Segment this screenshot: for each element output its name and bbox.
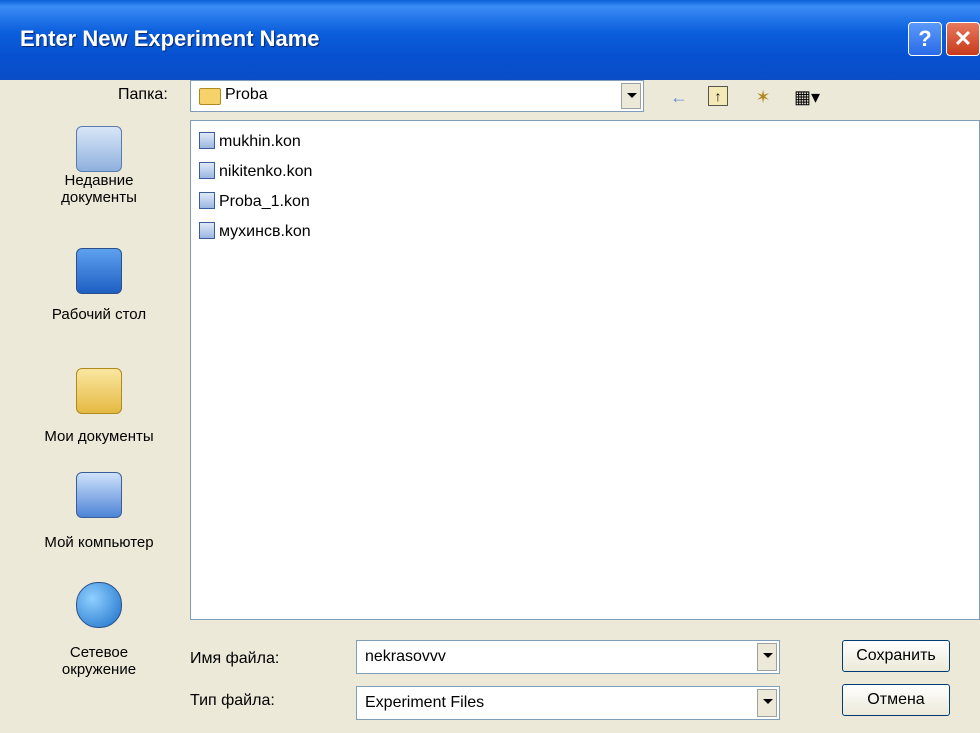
- filename-label: Имя файла:: [190, 650, 280, 667]
- file-item[interactable]: мухинсв.kon: [199, 222, 311, 247]
- filetype-value: Experiment Files: [365, 694, 485, 711]
- file-name: мухинсв.kon: [219, 223, 311, 240]
- file-name: Proba_1.kon: [219, 193, 310, 210]
- places-my-documents[interactable]: Мои документы: [16, 368, 182, 445]
- file-item[interactable]: nikitenko.kon: [199, 162, 313, 187]
- file-icon: [199, 222, 215, 240]
- views-menu-icon[interactable]: ▦▾: [794, 86, 820, 108]
- place-label: Мои документы: [44, 428, 154, 445]
- help-button[interactable]: ?: [908, 22, 942, 56]
- save-button[interactable]: Сохранить: [842, 640, 950, 672]
- place-label: Недавние документы: [61, 172, 137, 206]
- recent-documents-icon: [76, 126, 122, 172]
- file-icon: [199, 132, 215, 150]
- cancel-button[interactable]: Отмена: [842, 684, 950, 716]
- places-bar: Недавние документы Рабочий стол Мои доку…: [16, 116, 182, 696]
- file-item[interactable]: mukhin.kon: [199, 132, 301, 157]
- folder-dropdown-button[interactable]: [621, 83, 641, 109]
- file-list[interactable]: mukhin.kon nikitenko.kon Proba_1.kon мух…: [190, 120, 980, 620]
- file-name: nikitenko.kon: [219, 163, 313, 180]
- title-bar: Enter New Experiment Name ? ✕: [0, 0, 980, 80]
- my-documents-icon: [76, 368, 122, 414]
- filename-dropdown-button[interactable]: [757, 643, 777, 671]
- up-folder-icon[interactable]: ↑: [708, 86, 728, 106]
- places-my-computer[interactable]: Мой компьютер: [16, 472, 182, 551]
- back-arrow-icon[interactable]: ←: [668, 86, 690, 108]
- place-label: Мой компьютер: [44, 534, 154, 551]
- filetype-select[interactable]: Experiment Files: [356, 686, 780, 720]
- filename-value: nekrasovvv: [365, 648, 446, 665]
- desktop-icon: [76, 248, 122, 294]
- file-item[interactable]: Proba_1.kon: [199, 192, 310, 217]
- places-recent-documents[interactable]: Недавние документы: [16, 126, 182, 206]
- place-label: Сетевое окружение: [61, 644, 137, 678]
- filetype-label: Тип файла:: [190, 692, 275, 709]
- folder-label: Папка:: [118, 86, 168, 103]
- folder-icon: [199, 88, 221, 105]
- places-desktop[interactable]: Рабочий стол: [16, 248, 182, 323]
- filetype-dropdown-button[interactable]: [757, 689, 777, 717]
- file-icon: [199, 162, 215, 180]
- places-network[interactable]: Сетевое окружение: [16, 582, 182, 678]
- close-button[interactable]: ✕: [946, 22, 980, 56]
- file-icon: [199, 192, 215, 210]
- new-folder-icon[interactable]: ✶: [752, 86, 774, 108]
- folder-combo[interactable]: Proba: [190, 80, 644, 112]
- window-title: Enter New Experiment Name: [20, 26, 320, 51]
- place-label: Рабочий стол: [51, 306, 147, 323]
- network-places-icon: [76, 582, 122, 628]
- folder-value: Proba: [225, 86, 268, 103]
- filename-input[interactable]: nekrasovvv: [356, 640, 780, 674]
- my-computer-icon: [76, 472, 122, 518]
- save-dialog: Enter New Experiment Name ? ✕ Папка: Pro…: [0, 0, 980, 733]
- file-name: mukhin.kon: [219, 133, 301, 150]
